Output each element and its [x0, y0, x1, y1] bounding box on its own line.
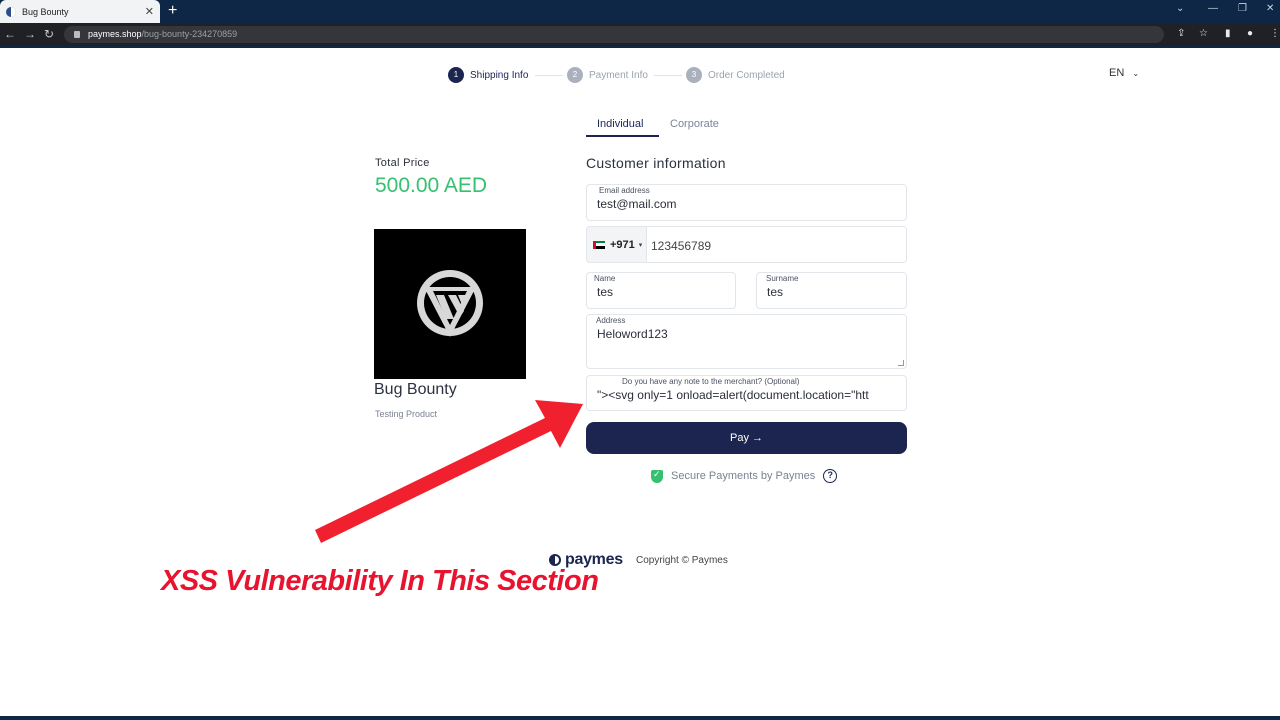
sidepanel-icon[interactable]: ▮: [1225, 28, 1231, 39]
step-shipping-info: 1 Shipping Info: [448, 67, 528, 83]
product-image: [374, 229, 526, 379]
restore-icon[interactable]: ❐: [1238, 3, 1247, 14]
country-code: +971: [610, 238, 635, 251]
name-field[interactable]: Name tes: [586, 272, 736, 309]
minimize-icon[interactable]: —: [1208, 3, 1218, 14]
total-price-label: Total Price: [375, 157, 430, 169]
taskbar-edge: [0, 716, 1280, 720]
surname-field[interactable]: Surname tes: [756, 272, 907, 309]
product-name: Bug Bounty: [374, 381, 457, 398]
copyright-text: Copyright © Paymes: [636, 555, 728, 566]
step-connector: [535, 75, 563, 76]
help-icon[interactable]: ?: [823, 469, 838, 483]
step-number: 3: [686, 67, 702, 83]
browser-tabbar: Bug Bounty ✕ + ⌄ — ❐ ✕: [0, 0, 1280, 23]
browser-tab[interactable]: Bug Bounty ✕: [0, 0, 160, 23]
favicon-icon: [6, 6, 16, 17]
close-window-icon[interactable]: ✕: [1266, 3, 1274, 14]
annotation-text: XSS Vulnerability In This Section: [161, 565, 599, 597]
tab-individual[interactable]: Individual: [597, 118, 643, 130]
country-code-select[interactable]: +971 ▾: [587, 227, 647, 262]
step-payment-info: 2 Payment Info: [567, 67, 648, 83]
language-select[interactable]: EN ⌄: [1109, 67, 1139, 79]
step-label: Payment Info: [589, 69, 648, 81]
address-value: Heloword123: [597, 327, 668, 341]
address-bar: ← → ↻ paymes.shop/bug-bounty-234270859 ⇪…: [0, 23, 1280, 46]
tab-corporate[interactable]: Corporate: [670, 118, 719, 130]
email-field[interactable]: Email address test@mail.com: [586, 184, 907, 221]
merchant-note-label: Do you have any note to the merchant? (O…: [622, 377, 800, 386]
merchant-note-value: "><svg only=1 onload=alert(document.loca…: [597, 388, 869, 402]
step-label: Shipping Info: [470, 69, 529, 81]
share-icon[interactable]: ⇪: [1177, 28, 1185, 39]
step-number: 1: [448, 67, 464, 83]
url-field[interactable]: paymes.shop/bug-bounty-234270859: [64, 26, 1164, 43]
step-number: 2: [567, 67, 583, 83]
pay-button[interactable]: Pay →: [586, 422, 907, 454]
total-price-value: 500.00 AED: [375, 174, 488, 197]
resize-handle[interactable]: [898, 360, 904, 366]
url-path: /bug-bounty-234270859: [141, 29, 238, 39]
step-label: Order Completed: [708, 69, 785, 81]
shield-check-icon: [651, 469, 663, 483]
address-field[interactable]: Address Heloword123: [586, 314, 907, 369]
tab-title: Bug Bounty: [22, 6, 69, 17]
uae-flag-icon: [593, 240, 605, 249]
new-tab-button[interactable]: +: [168, 2, 177, 20]
profile-icon[interactable]: ●: [1247, 28, 1253, 39]
divider: [0, 46, 1280, 48]
secure-payments: Secure Payments by Paymes ?: [651, 469, 838, 483]
url-host: paymes.shop: [88, 29, 142, 39]
tab-close-icon[interactable]: ✕: [145, 5, 154, 18]
step-connector: [654, 75, 682, 76]
secure-payments-text: Secure Payments by Paymes: [671, 470, 816, 482]
lock-icon: [74, 31, 80, 38]
merchant-note-field[interactable]: Do you have any note to the merchant? (O…: [586, 375, 907, 411]
tab-search-icon[interactable]: ⌄: [1176, 3, 1184, 14]
product-logo-icon: [417, 270, 483, 337]
surname-value: tes: [767, 285, 784, 299]
phone-value: 123456789: [651, 239, 712, 253]
customer-info-title: Customer information: [586, 155, 726, 171]
star-icon[interactable]: ☆: [1199, 28, 1208, 39]
email-label: Email address: [599, 186, 650, 195]
surname-label: Surname: [766, 274, 799, 283]
address-label: Address: [596, 316, 626, 325]
phone-field[interactable]: +971 ▾ 123456789: [586, 226, 907, 263]
reload-icon[interactable]: ↻: [44, 27, 54, 41]
forward-icon[interactable]: →: [24, 27, 36, 41]
menu-icon[interactable]: ⋮: [1270, 28, 1280, 39]
name-label: Name: [594, 274, 616, 283]
language-label: EN: [1109, 67, 1125, 79]
product-description: Testing Product: [375, 409, 438, 419]
active-tab-indicator: [586, 135, 659, 137]
chevron-down-icon: ⌄: [1132, 69, 1140, 78]
name-value: tes: [597, 285, 614, 299]
chevron-down-icon: ▾: [638, 241, 643, 249]
back-icon[interactable]: ←: [4, 27, 16, 41]
email-value: test@mail.com: [597, 197, 677, 211]
step-order-completed: 3 Order Completed: [686, 67, 785, 83]
